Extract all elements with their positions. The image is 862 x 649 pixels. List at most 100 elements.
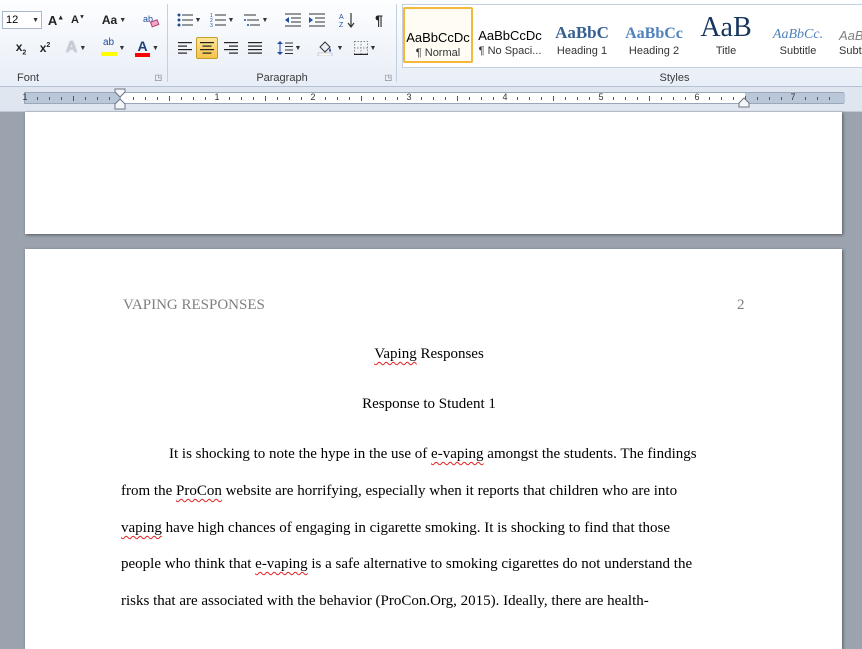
bullets-icon [177, 13, 193, 27]
superscript-icon: x2 [39, 41, 51, 55]
ruler-tick [445, 97, 446, 100]
document-area[interactable]: VAPING RESPONSES 2 Vaping Responses Resp… [0, 112, 862, 649]
bullets-button[interactable]: ▼ [174, 9, 204, 31]
body-line-2[interactable]: from the ProCon website are horrifying, … [121, 483, 737, 500]
ruler-tick [277, 97, 278, 100]
borders-icon [353, 41, 368, 55]
ruler-number: 4 [502, 92, 508, 102]
svg-text:A: A [339, 14, 344, 21]
align-right-icon [224, 42, 238, 54]
ruler-tick [49, 97, 50, 100]
header-page-number[interactable]: 2 [737, 297, 745, 314]
shrink-font-icon: A▼ [71, 14, 85, 26]
ruler-strip: 1 1 2 3 4 5 6 7 [22, 92, 845, 104]
justify-button[interactable] [244, 37, 266, 59]
borders-button[interactable]: ▼ [350, 37, 380, 59]
ruler-tick [145, 97, 146, 100]
justify-icon [248, 42, 262, 54]
spelling-error[interactable]: vaping [121, 520, 162, 536]
spelling-error[interactable]: e-vaping [255, 556, 307, 572]
body-line-3[interactable]: vaping have high chances of engaging in … [121, 520, 737, 537]
spelling-error[interactable]: Vaping [374, 346, 417, 362]
sort-button[interactable]: AZ [336, 9, 358, 31]
ruler-number: 2 [310, 92, 316, 102]
highlight-color-button[interactable]: ab ▼ [96, 37, 130, 59]
body-line-4[interactable]: people who think that e-vaping is a safe… [121, 556, 737, 573]
ruler-tick [709, 97, 710, 100]
ruler-tick [205, 97, 206, 100]
ribbon: 12 ▼ A▲ A▼ Aa ▼ ab x2 x2 A ▼ ab ▼ A ▼ Font [0, 0, 862, 87]
ruler-tick [73, 96, 74, 101]
ruler-tick [61, 97, 62, 100]
grow-font-icon: A▲ [47, 12, 65, 28]
ruler-tick [733, 97, 734, 100]
style-sample: AaBbC [555, 23, 609, 42]
font-color-button[interactable]: A ▼ [132, 37, 162, 59]
dialog-launcher-icon[interactable]: ◳ [154, 73, 162, 82]
ruler-tick [661, 97, 662, 100]
ruler-tick [637, 97, 638, 100]
grow-font-button[interactable]: A▲ [46, 9, 66, 31]
chevron-down-icon: ▼ [227, 16, 235, 24]
style-sample: AaBbCcDc [478, 28, 542, 43]
increase-indent-button[interactable] [306, 9, 328, 31]
style-subtitle[interactable]: AaBbCc. Subtitle [763, 7, 833, 63]
change-case-button[interactable]: Aa ▼ [100, 9, 128, 31]
subscript-icon: x2 [15, 39, 27, 57]
style-sample: AaB [700, 12, 752, 43]
subscript-button[interactable]: x2 [10, 37, 32, 59]
font-size-combo[interactable]: 12 ▼ [2, 11, 42, 29]
shading-button[interactable]: ▼ [314, 37, 346, 59]
style-subtle-emphasis[interactable]: AaBbCcDc Subtl [835, 7, 862, 63]
style-heading-2[interactable]: AaBbCc Heading 2 [619, 7, 689, 63]
body-line-5[interactable]: risks that are associated with the behav… [121, 593, 737, 610]
ruler-tick [493, 97, 494, 100]
ruler-tick [757, 97, 758, 100]
spelling-error[interactable]: ProCon [176, 483, 222, 499]
style-normal[interactable]: AaBbCcDc ¶ Normal [403, 7, 473, 63]
numbering-button[interactable]: 1 2 3 ▼ [206, 9, 238, 31]
ruler-tick [805, 97, 806, 100]
style-sample: AaBbCcDc [406, 30, 470, 45]
ruler-number: 3 [406, 92, 412, 102]
align-right-button[interactable] [220, 37, 242, 59]
superscript-button[interactable]: x2 [34, 37, 56, 59]
horizontal-ruler[interactable]: 1 1 2 3 4 5 6 7 [0, 87, 862, 112]
text-run: is a safe alternative to smoking cigaret… [307, 556, 693, 572]
text-effects-button[interactable]: A ▼ [62, 37, 90, 59]
multilevel-list-button[interactable]: ▼ [240, 9, 272, 31]
body-line-1[interactable]: It is shocking to note the hype in the u… [121, 446, 737, 463]
ruler-tick [97, 97, 98, 100]
page-2[interactable]: VAPING RESPONSES 2 Vaping Responses Resp… [25, 249, 842, 649]
line-spacing-button[interactable]: ▼ [274, 37, 304, 59]
document-subtitle[interactable]: Response to Student 1 [121, 396, 737, 413]
clear-formatting-button[interactable]: ab [140, 9, 162, 31]
dialog-launcher-icon[interactable]: ◳ [384, 73, 392, 82]
document-title[interactable]: Vaping Responses [121, 346, 737, 363]
align-center-button[interactable] [196, 37, 218, 59]
decrease-indent-button[interactable] [282, 9, 304, 31]
chevron-down-icon: ▼ [79, 44, 87, 52]
align-left-button[interactable] [174, 37, 196, 59]
style-heading-1[interactable]: AaBbC Heading 1 [547, 7, 617, 63]
ruler-tick [361, 96, 362, 101]
sort-icon: AZ [339, 13, 355, 28]
ruler-tick [301, 97, 302, 100]
style-no-spacing[interactable]: AaBbCcDc ¶ No Spaci... [475, 7, 545, 63]
header-running-head[interactable]: VAPING RESPONSES [123, 297, 265, 314]
style-title[interactable]: AaB Title [691, 7, 761, 63]
right-indent-marker[interactable] [738, 97, 750, 109]
spelling-error[interactable]: e-vaping [431, 446, 483, 462]
styles-group-label: Styles [659, 72, 690, 84]
ruler-tick [133, 97, 134, 100]
page-1-bottom[interactable] [25, 112, 842, 234]
show-formatting-button[interactable]: ¶ [368, 9, 390, 31]
ruler-tick [37, 97, 38, 100]
ruler-tick [721, 97, 722, 100]
ruler-tick [433, 97, 434, 100]
first-line-indent-marker[interactable] [114, 88, 126, 110]
ruler-tick [685, 97, 686, 100]
ruler-tick [241, 97, 242, 100]
shrink-font-button[interactable]: A▼ [68, 9, 88, 31]
ruler-tick [349, 97, 350, 100]
